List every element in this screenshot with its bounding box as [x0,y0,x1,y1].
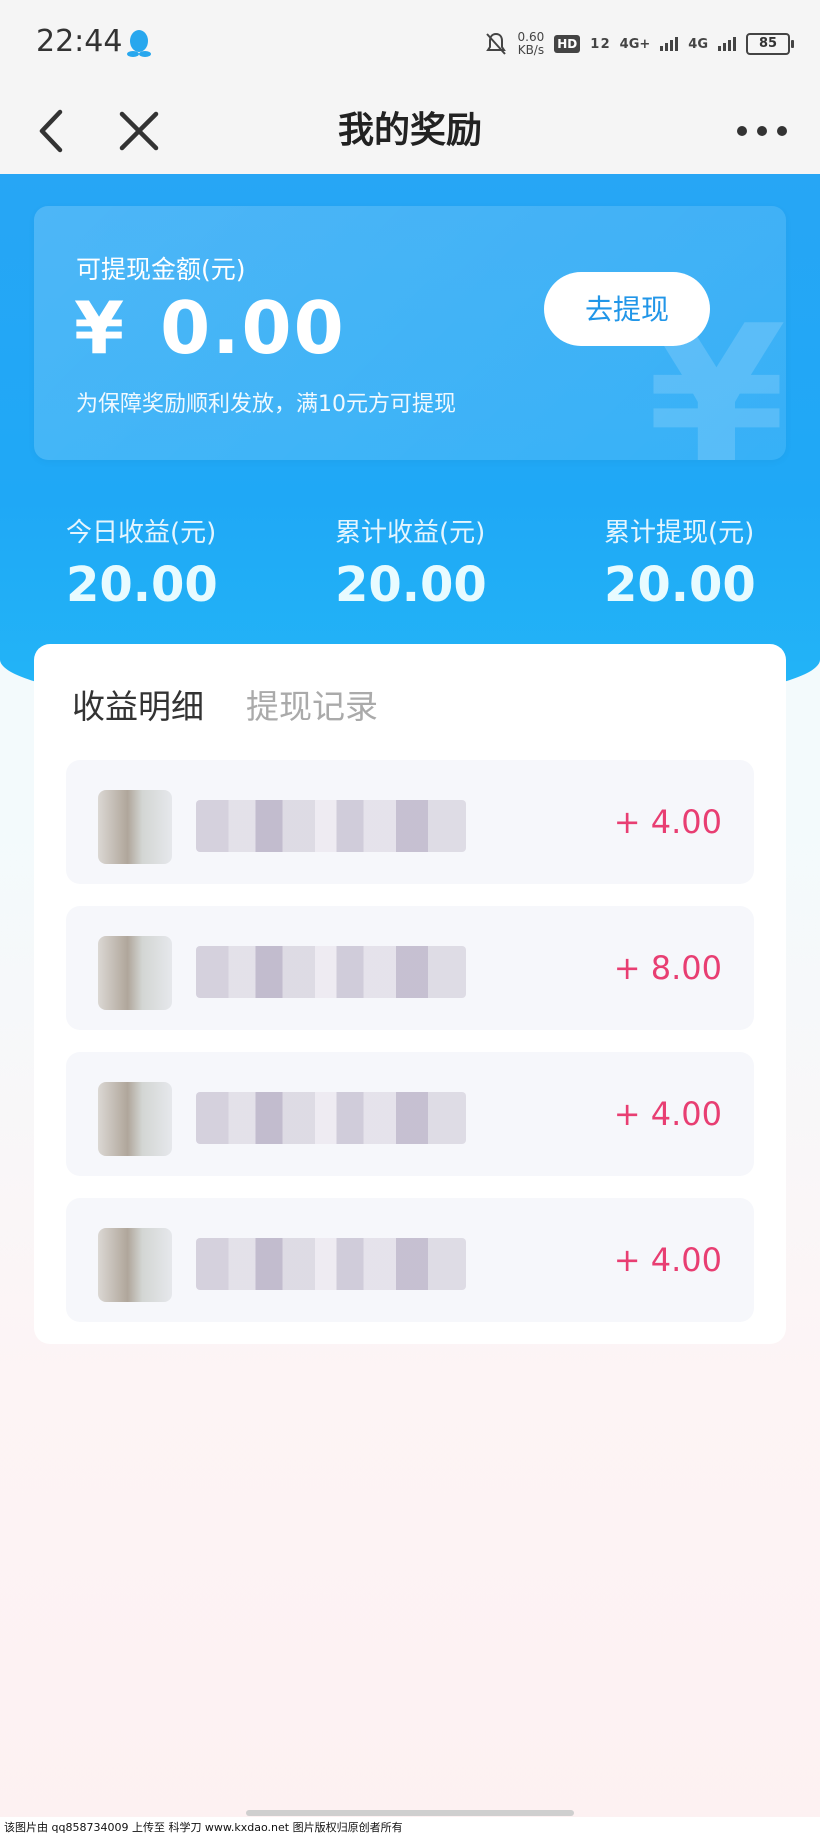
available-balance-label: 可提现金额(元) [76,255,246,284]
page-title: 我的奖励 [337,110,482,151]
avatar [98,1082,172,1156]
record-description-blurred [196,800,466,852]
available-balance-amount: ¥0.00 [74,286,346,370]
tab-income-details[interactable]: 收益明细 [72,680,204,728]
nav-bar: 我的奖励 [0,88,820,174]
more-options-icon[interactable] [736,116,788,146]
balance-card: ¥ 可提现金额(元) ¥0.00 去提现 为保障奖励顺利发放，满10元方可提现 [34,206,786,460]
tab-withdraw-records[interactable]: 提现记录 [246,680,378,728]
withdraw-tip: 为保障奖励顺利发放，满10元方可提现 [76,392,456,417]
hd-sub-label: 1 2 [590,36,610,52]
network-speed: 0.60 KB/s [517,30,545,57]
bell-muted-icon [485,32,506,55]
record-amount: + 4.00 [613,803,722,841]
record-amount: + 8.00 [613,949,722,987]
qq-penguin-icon [127,30,151,57]
record-description-blurred [196,946,466,998]
signal-icon [718,37,736,51]
record-description-blurred [196,1238,466,1290]
records-panel: 收益明细 提现记录 + 4.00 + 8.00 + 4.00 + 4.00 [34,644,786,1344]
record-amount: + 4.00 [613,1241,722,1279]
record-description-blurred [196,1092,466,1144]
list-item[interactable]: + 8.00 [66,906,754,1030]
footer-watermark: 该图片由 qq858734009 上传至 科学刀 www.kxdao.net 图… [0,1817,820,1839]
signal-icon [660,37,679,51]
list-item[interactable]: + 4.00 [66,1198,754,1322]
stat-value: 20.00 [335,557,487,613]
stat-label: 累计收益(元) [335,518,486,548]
hd-badge: HD [554,35,581,53]
list-item[interactable]: + 4.00 [66,1052,754,1176]
stat-value: 20.00 [604,557,756,613]
avatar [98,936,172,1010]
status-time: 22:44 [36,24,123,59]
balance-value: 0.00 [160,286,346,370]
stat-today-income: 今日收益(元) 20.00 [66,512,286,613]
stat-value: 20.00 [66,557,218,613]
status-bar: 22:44 0.60 KB/s HD 1 2 4G+ 4G 85 [0,0,820,88]
battery-icon: 85 [746,33,794,55]
avatar [98,790,172,864]
record-tabs: 收益明细 提现记录 [72,680,378,728]
currency-symbol: ¥ [74,286,127,370]
stat-label: 累计提现(元) [604,518,755,548]
list-item[interactable]: + 4.00 [66,760,754,884]
home-indicator[interactable] [246,1810,574,1816]
avatar [98,1228,172,1302]
network-type-1: 4G+ [619,36,651,52]
stat-total-withdrawn: 累计提现(元) 20.00 [604,512,820,613]
status-indicators: 0.60 KB/s HD 1 2 4G+ 4G 85 [484,26,794,62]
stat-total-income: 累计收益(元) 20.00 [335,512,555,613]
network-type-2: 4G [688,36,708,52]
stat-label: 今日收益(元) [66,518,217,548]
withdraw-button[interactable]: 去提现 [544,272,710,346]
record-amount: + 4.00 [613,1095,722,1133]
